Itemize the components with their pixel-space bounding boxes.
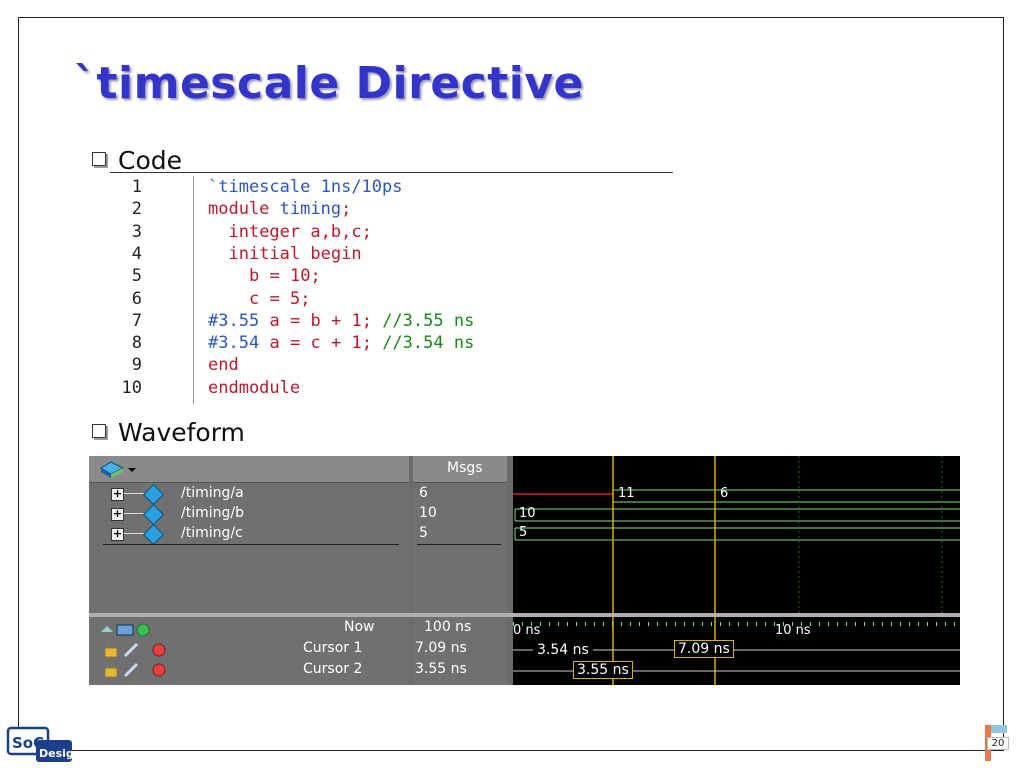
waveform-window: + /timing/a + /timing/b + /timing/c Msgs… xyxy=(89,456,960,685)
msgs-header-label: Msgs xyxy=(447,460,483,476)
ruler-label-right: 10 ns xyxy=(775,623,811,638)
wave-pane[interactable]: 11 6 10 5 0 ns 10 ns 3.54 ns 7.09 ns 3.5… xyxy=(513,456,960,685)
code-line-number: 1 xyxy=(131,177,142,197)
code-line-text: b = 10; xyxy=(248,266,321,287)
signal-msg: 5 xyxy=(419,525,428,541)
signal-row-b[interactable]: + /timing/b xyxy=(89,503,409,526)
ruler-label-left: 0 ns xyxy=(513,623,541,638)
msgs-header: Msgs xyxy=(413,456,507,483)
code-line-text: integer a,b,c; xyxy=(228,221,372,242)
bullet-square-icon xyxy=(92,152,106,166)
cursor-2-box[interactable]: 3.55 ns xyxy=(573,661,633,679)
code-line-text: endmodule xyxy=(208,377,301,398)
code-line-number: 8 xyxy=(131,333,142,354)
code-line-number: 10 xyxy=(121,377,142,398)
code-line-text: initial begin xyxy=(228,243,362,264)
bullet-code-label: Code xyxy=(118,146,183,175)
expand-icon[interactable]: + xyxy=(111,508,124,521)
signal-msg: 6 xyxy=(419,485,428,501)
bottom-separator xyxy=(89,613,960,617)
code-line-text: #3.55 a = b + 1; //3.55 ns xyxy=(208,310,475,331)
code-line-text: module timing; xyxy=(208,199,352,220)
cursor-1-label: Cursor 1 xyxy=(303,640,363,656)
code-line-text: `timescale 1ns/10ps xyxy=(208,177,403,197)
code-line-number: 7 xyxy=(131,310,142,331)
signal-name: /timing/c xyxy=(181,525,243,541)
slide-title: `timescale Directive xyxy=(74,58,584,109)
bullet-square-icon xyxy=(92,424,106,438)
bullet-code: Code xyxy=(92,146,182,175)
signal-name: /timing/a xyxy=(181,485,244,501)
cursor-2-label: Cursor 2 xyxy=(303,661,363,677)
cursor-1-icons[interactable] xyxy=(103,640,183,660)
page-number: 20 xyxy=(987,737,1009,750)
signal-row-c[interactable]: + /timing/c xyxy=(89,523,409,546)
signal-msg: 10 xyxy=(419,505,437,521)
signal-a-value-2: 6 xyxy=(720,486,729,501)
bullet-waveform-label: Waveform xyxy=(118,418,245,447)
cursor-2-value: 3.55 ns xyxy=(415,661,467,677)
insertion-marker xyxy=(103,544,399,545)
signal-a-value-1: 11 xyxy=(618,486,635,501)
signal-row-a[interactable]: + /timing/a xyxy=(89,483,409,506)
expand-icon[interactable]: + xyxy=(111,488,124,501)
cursor-2-icons[interactable] xyxy=(103,660,183,680)
code-line-number: 6 xyxy=(131,288,142,309)
code-line-text: c = 5; xyxy=(248,288,311,309)
now-toolbar-icons[interactable] xyxy=(99,620,179,640)
soc-design-logo: SoC Design xyxy=(6,722,82,764)
name-pane-header xyxy=(89,456,409,483)
cursor-1-box[interactable]: 7.09 ns xyxy=(674,640,734,658)
cursor-delta-label: 3.54 ns xyxy=(533,641,593,659)
now-label: Now xyxy=(344,619,375,635)
code-listing: 1 `timescale 1ns/10ps 2 module timing; 3 int… xyxy=(100,176,673,404)
signal-b-value: 10 xyxy=(519,506,536,521)
page-number-badge: 20 xyxy=(985,725,1009,761)
expand-icon[interactable]: + xyxy=(111,528,124,541)
now-value: 100 ns xyxy=(424,619,472,635)
cursor-1-value: 7.09 ns xyxy=(415,640,467,656)
code-line-text: #3.54 a = c + 1; //3.54 ns xyxy=(208,333,475,354)
code-line-number: 2 xyxy=(131,199,142,220)
code-line-number: 3 xyxy=(131,221,142,242)
code-line-number: 5 xyxy=(131,266,142,287)
code-line-number: 9 xyxy=(131,355,142,376)
svg-text:Design: Design xyxy=(39,747,74,760)
code-underline xyxy=(110,172,673,173)
signal-icon xyxy=(142,503,165,526)
code-line-text: end xyxy=(208,355,239,376)
signal-name: /timing/b xyxy=(181,505,244,521)
signal-c-value: 5 xyxy=(519,525,528,540)
bullet-waveform: Waveform xyxy=(92,418,245,447)
signal-icon xyxy=(142,483,165,506)
wave-tool-icon[interactable] xyxy=(97,458,137,480)
signal-icon xyxy=(142,523,165,546)
code-line-number: 4 xyxy=(131,243,142,264)
